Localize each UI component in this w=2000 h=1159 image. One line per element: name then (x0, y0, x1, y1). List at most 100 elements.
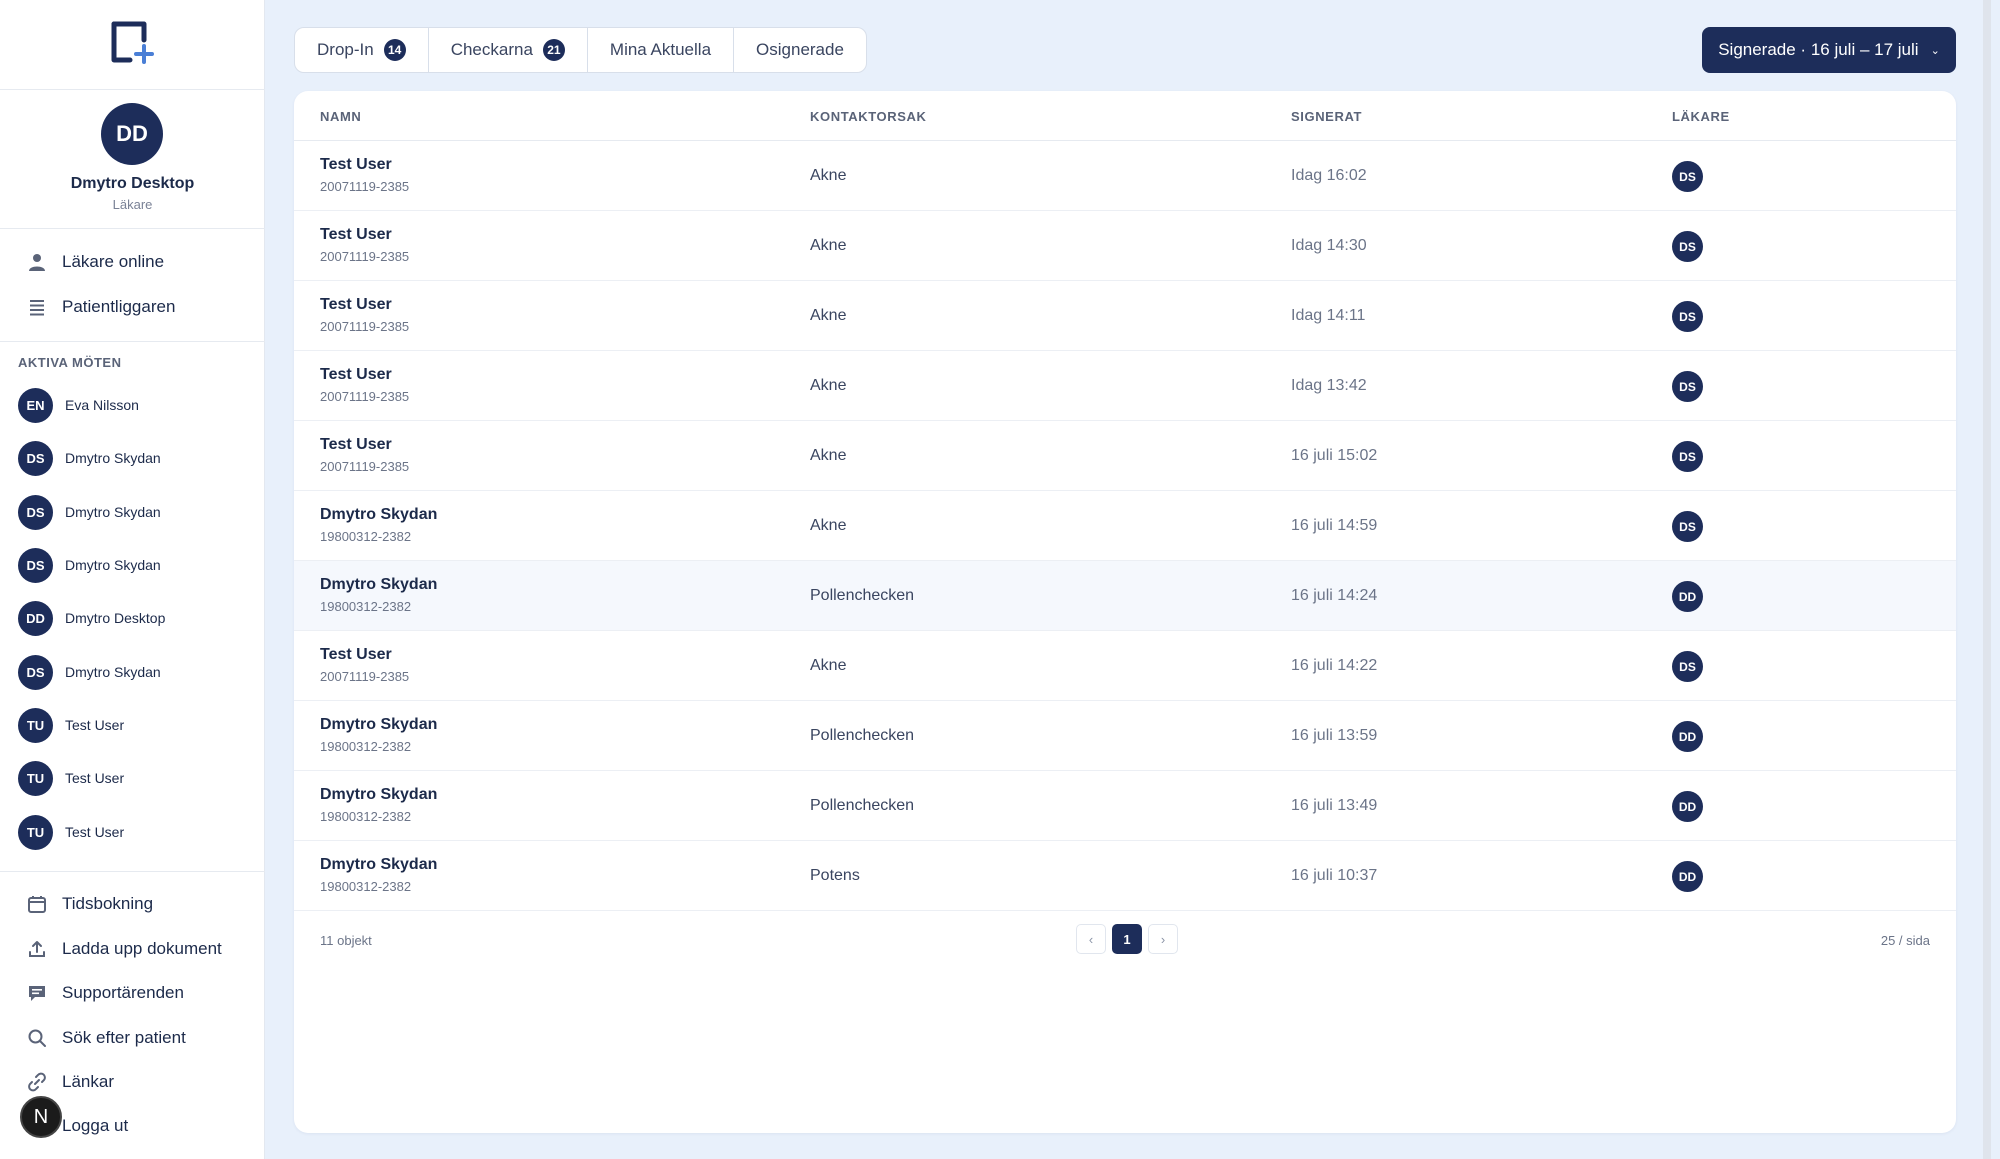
nav-tidsbokning[interactable]: Tidsbokning (26, 889, 153, 919)
meeting-name: Dmytro Skydan (65, 664, 161, 680)
personal-number: 19800312-2382 (320, 529, 412, 544)
signed-time: 16 juli 15:02 (1291, 447, 1378, 464)
contact-reason: Akne (810, 517, 847, 534)
table-row[interactable]: Dmytro Skydan 19800312-2382 Akne 16 juli 14… (294, 491, 1956, 561)
avatar: TU (18, 760, 53, 796)
table-row[interactable]: Dmytro Skydan 19800312-2382 Potens 16 juli … (294, 841, 1956, 911)
nav-patientliggaren[interactable]: Patientliggaren (26, 292, 175, 322)
column-header-reason[interactable]: KONTAKTORSAK (810, 109, 927, 124)
active-meetings-title: AKTIVA MÖTEN (18, 355, 122, 370)
doctor-avatar: DD (1672, 581, 1703, 612)
page-size-select[interactable]: 25 / sida (1881, 933, 1930, 948)
doctor-avatar: DD (1672, 861, 1703, 892)
doctor-avatar: DD (1672, 791, 1703, 822)
person-icon (26, 251, 48, 273)
patient-name: Test User (320, 226, 392, 243)
meeting-item[interactable]: DS Dmytro Skydan (18, 494, 161, 530)
table-row[interactable]: Test User 20071119-2385 Akne Idag 13:42 DS (294, 351, 1956, 421)
meeting-name: Dmytro Skydan (65, 450, 161, 466)
next-page-button[interactable]: › (1148, 924, 1178, 954)
tab-mina-aktuella[interactable]: Mina Aktuella (588, 28, 735, 72)
table-row[interactable]: Test User 20071119-2385 Akne Idag 16:02 DS (294, 141, 1956, 211)
meeting-item[interactable]: DS Dmytro Skydan (18, 440, 161, 476)
tab-checkarna[interactable]: Checkarna 21 (429, 28, 588, 72)
nav-lakare-online[interactable]: Läkare online (26, 247, 164, 277)
nav-label: Länkar (62, 1072, 114, 1091)
signed-time: 16 juli 14:59 (1291, 517, 1378, 534)
patient-name: Test User (320, 646, 392, 663)
n-badge-icon[interactable]: N (20, 1096, 62, 1138)
avatar: TU (18, 814, 53, 850)
avatar: DS (18, 654, 53, 690)
divider (0, 89, 265, 90)
column-header-doctor[interactable]: LÄKARE (1672, 109, 1730, 124)
personal-number: 19800312-2382 (320, 599, 412, 614)
avatar[interactable]: DD (101, 103, 163, 165)
contact-reason: Potens (810, 867, 860, 884)
table-header: NAMN KONTAKTORSAK SIGNERAT LÄKARE (294, 91, 1956, 141)
contact-reason: Akne (810, 447, 847, 464)
table-row[interactable]: Dmytro Skydan 19800312-2382 Pollenchecken 1… (294, 771, 1956, 841)
signed-table-card: NAMN KONTAKTORSAK SIGNERAT LÄKARE Test U… (294, 91, 1956, 1133)
table-row[interactable]: Test User 20071119-2385 Akne 16 juli 14:22 D… (294, 631, 1956, 701)
nav-sok-efter-patient[interactable]: Sök efter patient (26, 1023, 186, 1053)
table-row[interactable]: Dmytro Skydan 19800312-2382 Pollenchecken 1… (294, 561, 1956, 631)
personal-number: 19800312-2382 (320, 879, 412, 894)
scrollbar[interactable] (1983, 0, 1991, 1159)
meeting-item[interactable]: DS Dmytro Skydan (18, 654, 161, 690)
upload-icon (26, 938, 48, 960)
nav-label: Tidsbokning (62, 894, 154, 913)
page-button[interactable]: 1 (1112, 924, 1142, 954)
table-row[interactable]: Test User 20071119-2385 Akne 16 juli 15:02 D… (294, 421, 1956, 491)
meeting-name: Test User (65, 824, 125, 840)
chevron-down-icon: ⌄ (1930, 44, 1940, 57)
patient-name: Test User (320, 156, 392, 173)
meeting-name: Eva Nilsson (65, 397, 139, 413)
patient-name: Dmytro Skydan (320, 716, 438, 733)
avatar: DS (18, 494, 53, 530)
doctor-avatar: DS (1672, 371, 1703, 402)
pagination: ‹ 1 › (1076, 924, 1178, 954)
signed-date-filter-dropdown[interactable]: Signerade · 16 juli – 17 juli ⌄ (1702, 27, 1956, 73)
signed-time: 16 juli 13:49 (1291, 797, 1378, 814)
doctor-avatar: DS (1672, 511, 1703, 542)
nav-label: Sök efter patient (62, 1028, 186, 1047)
avatar: TU (18, 707, 53, 743)
meeting-item[interactable]: TU Test User (18, 707, 124, 743)
table-row[interactable]: Test User 20071119-2385 Akne Idag 14:11 DS (294, 281, 1956, 351)
nav-label: Ladda upp dokument (62, 939, 222, 958)
contact-reason: Pollenchecken (810, 727, 915, 744)
contact-reason: Akne (810, 377, 847, 394)
avatar: EN (18, 387, 53, 423)
nav-lankar[interactable]: Länkar (26, 1067, 114, 1097)
tab-drop-in[interactable]: Drop-In 14 (295, 28, 429, 72)
table-row[interactable]: Test User 20071119-2385 Akne Idag 14:30 DS (294, 211, 1956, 281)
avatar: DS (18, 440, 53, 476)
column-header-name[interactable]: NAMN (320, 109, 361, 124)
user-role: Läkare (112, 197, 153, 212)
signed-time: Idag 14:11 (1291, 307, 1366, 324)
meeting-item[interactable]: DS Dmytro Skydan (18, 547, 161, 583)
meeting-item[interactable]: EN Eva Nilsson (18, 387, 139, 423)
divider (0, 341, 265, 342)
signed-time: 16 juli 14:24 (1291, 587, 1378, 604)
table-row[interactable]: Dmytro Skydan 19800312-2382 Pollenchecken 1… (294, 701, 1956, 771)
doctor-avatar: DD (1672, 721, 1703, 752)
tab-osignerade[interactable]: Osignerade (734, 28, 866, 72)
app-logo-icon[interactable] (108, 20, 156, 68)
patient-name: Dmytro Skydan (320, 856, 438, 873)
prev-page-button[interactable]: ‹ (1076, 924, 1106, 954)
meeting-item[interactable]: DD Dmytro Desktop (18, 600, 165, 636)
meeting-item[interactable]: TU Test User (18, 814, 124, 850)
meeting-item[interactable]: TU Test User (18, 760, 124, 796)
contact-reason: Akne (810, 307, 847, 324)
nav-ladda-upp-dokument[interactable]: Ladda upp dokument (26, 934, 222, 964)
tab-label: Osignerade (756, 40, 844, 59)
personal-number: 20071119-2385 (320, 179, 410, 194)
patient-name: Test User (320, 366, 392, 383)
contact-reason: Pollenchecken (810, 587, 915, 604)
contact-reason: Pollenchecken (810, 797, 915, 814)
nav-supportarenden[interactable]: Supportärenden (26, 978, 184, 1008)
column-header-signed[interactable]: SIGNERAT (1291, 109, 1362, 124)
personal-number: 20071119-2385 (320, 319, 410, 334)
